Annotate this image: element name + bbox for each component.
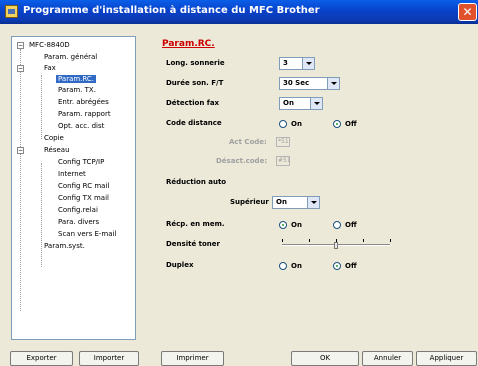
tree-item-misc[interactable]: Para. divers bbox=[58, 218, 99, 226]
reduction-value: On bbox=[276, 198, 287, 206]
collapse-icon[interactable]: − bbox=[17, 65, 24, 72]
tree-line bbox=[41, 163, 42, 267]
duplex-on-radio[interactable] bbox=[279, 262, 287, 270]
slider-tick bbox=[309, 239, 310, 242]
tree-item-speed-dial[interactable]: Entr. abrégées bbox=[58, 98, 109, 106]
tree-item-remote-opt[interactable]: Opt. acc. dist bbox=[58, 122, 104, 130]
mem-receive-on-radio[interactable] bbox=[279, 221, 287, 229]
tree-item-root[interactable]: MFC-8840D bbox=[29, 41, 70, 49]
chevron-down-icon[interactable] bbox=[302, 58, 314, 69]
deact-code-field: #51 bbox=[276, 156, 291, 166]
chevron-down-icon[interactable] bbox=[327, 78, 339, 89]
tree-item-param-tx[interactable]: Param. TX. bbox=[58, 86, 96, 94]
fax-detect-label: Détection fax bbox=[166, 99, 220, 107]
slider-tick bbox=[363, 239, 364, 242]
collapse-icon[interactable]: − bbox=[17, 42, 24, 49]
mem-receive-label: Récp. en mem. bbox=[166, 220, 225, 228]
mem-receive-off-label: Off bbox=[345, 221, 357, 229]
tree-item-copy[interactable]: Copie bbox=[44, 134, 64, 142]
remote-code-on-label: On bbox=[291, 120, 302, 128]
apply-button[interactable]: Appliquer bbox=[416, 351, 477, 366]
tree-item-report[interactable]: Param. rapport bbox=[58, 110, 111, 118]
reduction-select[interactable]: On bbox=[272, 196, 320, 209]
remote-code-label: Code distance bbox=[166, 119, 222, 127]
import-button[interactable]: Importer bbox=[79, 351, 139, 366]
toner-density-label: Densité toner bbox=[166, 240, 220, 248]
cancel-button[interactable]: Annuler bbox=[362, 351, 413, 366]
ft-duration-select[interactable]: 30 Sec bbox=[279, 77, 340, 90]
remote-code-on-radio[interactable] bbox=[279, 120, 287, 128]
title-bar: Programme d'installation à distance du M… bbox=[0, 0, 478, 24]
ft-duration-value: 30 Sec bbox=[283, 79, 310, 87]
tree-item-general[interactable]: Param. général bbox=[44, 53, 97, 61]
tree-item-relay[interactable]: Config.relai bbox=[58, 206, 98, 214]
print-button[interactable]: Imprimer bbox=[161, 351, 224, 366]
reduction-upper-label: Supérieur bbox=[230, 198, 269, 206]
window-title: Programme d'installation à distance du M… bbox=[23, 5, 320, 16]
slider-tick bbox=[282, 239, 283, 242]
ring-count-value: 3 bbox=[283, 59, 288, 67]
slider-tick bbox=[390, 239, 391, 242]
tree-item-param-rc[interactable]: Param.RC. bbox=[56, 75, 97, 83]
duplex-off-radio[interactable] bbox=[333, 262, 341, 270]
chevron-down-icon[interactable] bbox=[310, 98, 322, 109]
tree-item-tx-mail[interactable]: Config TX mail bbox=[58, 194, 109, 202]
act-code-label: Act Code: bbox=[229, 138, 267, 146]
tree-item-rc-mail[interactable]: Config RC mail bbox=[58, 182, 109, 190]
collapse-icon[interactable]: − bbox=[17, 147, 24, 154]
mem-receive-on-label: On bbox=[291, 221, 302, 229]
app-icon bbox=[5, 5, 18, 18]
close-button[interactable]: ✕ bbox=[458, 3, 477, 21]
ring-count-select[interactable]: 3 bbox=[279, 57, 315, 70]
tree-item-fax[interactable]: Fax bbox=[44, 64, 56, 72]
ring-count-label: Long. sonnerie bbox=[166, 59, 225, 67]
remote-code-off-label: Off bbox=[345, 120, 357, 128]
export-button[interactable]: Exporter bbox=[10, 351, 73, 366]
remote-code-off-radio[interactable] bbox=[333, 120, 341, 128]
tree-item-internet[interactable]: Internet bbox=[58, 170, 86, 178]
duplex-off-label: Off bbox=[345, 262, 357, 270]
chevron-down-icon[interactable] bbox=[307, 197, 319, 208]
duplex-on-label: On bbox=[291, 262, 302, 270]
reduction-label: Réduction auto bbox=[166, 178, 227, 186]
tree-line bbox=[41, 75, 42, 139]
mem-receive-off-radio[interactable] bbox=[333, 221, 341, 229]
tree-item-scan-email[interactable]: Scan vers E-mail bbox=[58, 230, 116, 238]
tree-item-tcpip[interactable]: Config TCP/IP bbox=[58, 158, 104, 166]
slider-thumb[interactable] bbox=[334, 242, 338, 249]
fax-detect-value: On bbox=[283, 99, 294, 107]
panel-title: Param.RC. bbox=[162, 39, 215, 49]
settings-tree[interactable]: − MFC-8840D Param. général − Fax Param.R… bbox=[11, 36, 136, 340]
tree-line bbox=[20, 49, 21, 311]
act-code-field: *51 bbox=[276, 137, 290, 147]
ft-duration-label: Durée son. F/T bbox=[166, 79, 224, 87]
tree-item-system[interactable]: Param.syst. bbox=[44, 242, 85, 250]
tree-item-network[interactable]: Réseau bbox=[44, 146, 70, 154]
ok-button[interactable]: OK bbox=[291, 351, 359, 366]
deact-code-label: Désact.code: bbox=[216, 157, 268, 165]
duplex-label: Duplex bbox=[166, 261, 194, 269]
fax-detect-select[interactable]: On bbox=[279, 97, 323, 110]
